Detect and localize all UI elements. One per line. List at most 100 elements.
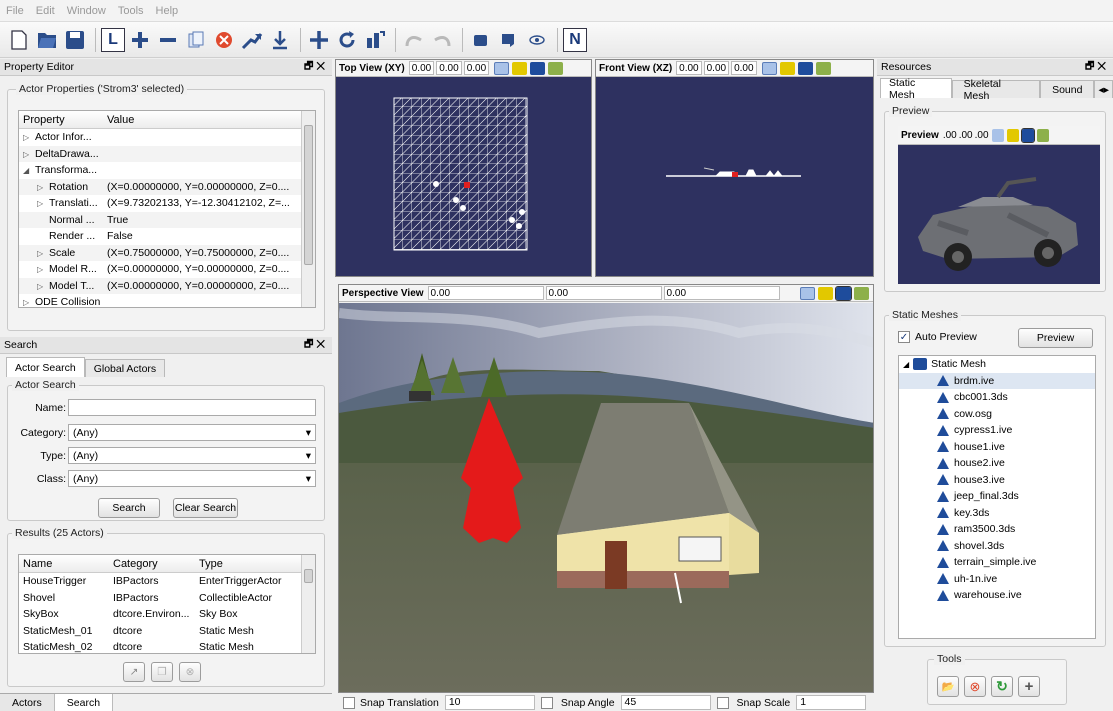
goto-icon[interactable] bbox=[239, 27, 265, 53]
add-icon[interactable] bbox=[127, 27, 153, 53]
property-row[interactable]: Normal ... True bbox=[19, 211, 315, 228]
tab-actor-search[interactable]: Actor Search bbox=[6, 357, 85, 377]
perspective-viewport[interactable]: Perspective View 0.00 0.00 0.00 bbox=[338, 284, 874, 693]
col-name[interactable]: Name bbox=[19, 558, 111, 570]
table-row[interactable]: StaticMesh_01 dtcore Static Mesh bbox=[19, 623, 315, 640]
property-row[interactable]: ▷ Model T... (X=0.00000000, Y=0.00000000, … bbox=[19, 277, 315, 294]
delete-mesh-button[interactable]: ⊗ bbox=[964, 676, 986, 697]
top-view-viewport[interactable]: Top View (XY) 0.00 0.00 0.00 bbox=[335, 59, 592, 277]
expand-arrow-icon[interactable]: ▷ bbox=[37, 265, 49, 274]
camera-alt-icon[interactable] bbox=[496, 27, 522, 53]
results-scrollbar[interactable] bbox=[301, 555, 315, 653]
wireframe-mode-icon[interactable] bbox=[991, 128, 1004, 142]
lit-mode-icon[interactable] bbox=[1036, 128, 1049, 142]
mesh-list-item[interactable]: house2.ive bbox=[899, 455, 1095, 472]
expand-arrow-icon[interactable]: ▷ bbox=[23, 150, 35, 159]
delete-icon[interactable] bbox=[211, 27, 237, 53]
property-row[interactable]: ▷ Translati... (X=9.73202133, Y=-12.304121… bbox=[19, 195, 315, 212]
mesh-list-item[interactable]: ram3500.3ds bbox=[899, 521, 1095, 538]
property-value[interactable]: True bbox=[101, 214, 128, 226]
property-row[interactable]: ▷ ODE Collision bbox=[19, 294, 315, 307]
lit-mode-icon[interactable] bbox=[548, 61, 564, 75]
top-view-z[interactable]: 0.00 bbox=[463, 61, 490, 75]
expand-arrow-icon[interactable]: ▷ bbox=[37, 282, 49, 291]
top-view-x[interactable]: 0.00 bbox=[408, 61, 435, 75]
delete-actor-button[interactable]: ⊗ bbox=[179, 662, 201, 682]
dock-controls-icon[interactable]: 🗗✕ bbox=[304, 59, 328, 76]
textured-mode-icon[interactable] bbox=[512, 61, 528, 75]
add-mesh-button[interactable]: + bbox=[1018, 676, 1040, 697]
front-view-viewport[interactable]: Front View (XZ) 0.00 0.00 0.00 bbox=[595, 59, 874, 277]
top-view-y[interactable]: 0.00 bbox=[436, 61, 462, 75]
property-row[interactable]: ▷ Scale (X=0.75000000, Y=0.75000000, Z=0..… bbox=[19, 244, 315, 261]
refresh-button[interactable]: ↻ bbox=[991, 676, 1013, 697]
menu-window[interactable]: Window bbox=[67, 5, 106, 17]
property-value[interactable]: (X=9.73202133, Y=-12.30412102, Z=... bbox=[101, 197, 290, 209]
expand-arrow-icon[interactable]: ◢ bbox=[23, 166, 35, 175]
property-row[interactable]: ▷ Actor Infor... bbox=[19, 129, 315, 146]
perspective-z[interactable]: 0.00 bbox=[663, 286, 780, 300]
mesh-list-item[interactable]: cow.osg bbox=[899, 406, 1095, 423]
mesh-preview-y[interactable]: .00 bbox=[959, 130, 973, 141]
lit-mode-icon[interactable] bbox=[815, 61, 831, 75]
col-property[interactable]: Property bbox=[19, 114, 101, 126]
class-select[interactable]: (Any) ▾ bbox=[68, 470, 316, 487]
preview-button[interactable]: Preview bbox=[1018, 328, 1093, 348]
ground-clamp-icon[interactable] bbox=[267, 27, 293, 53]
wireframe-mode-icon[interactable] bbox=[761, 61, 777, 75]
property-value[interactable]: (X=0.75000000, Y=0.75000000, Z=0.... bbox=[101, 247, 289, 259]
wireframe-mode-icon[interactable] bbox=[800, 286, 815, 300]
menu-file[interactable]: File bbox=[6, 5, 24, 17]
mesh-list-item[interactable]: uh-1n.ive bbox=[899, 571, 1095, 588]
snap-scale-input[interactable]: 1 bbox=[796, 695, 867, 710]
property-tree[interactable]: Property Value ▷ Actor Infor... ▷ DeltaDraw… bbox=[18, 110, 316, 308]
mesh-list-item[interactable]: terrain_simple.ive bbox=[899, 554, 1095, 571]
static-mesh-tree[interactable]: ◢ Static Mesh brdm.ive cbc001.3ds cow.osg c… bbox=[898, 355, 1096, 639]
mesh-list-item[interactable]: house3.ive bbox=[899, 472, 1095, 489]
open-icon[interactable] bbox=[34, 27, 60, 53]
mesh-list-item[interactable]: shovel.3ds bbox=[899, 538, 1095, 555]
perspective-y[interactable]: 0.00 bbox=[545, 286, 662, 300]
name-input[interactable] bbox=[68, 399, 316, 416]
expand-arrow-icon[interactable]: ▷ bbox=[37, 199, 49, 208]
redo-icon[interactable] bbox=[429, 27, 455, 53]
undo-icon[interactable] bbox=[401, 27, 427, 53]
property-row[interactable]: ◢ Transforma... bbox=[19, 162, 315, 179]
clear-search-button[interactable]: Clear Search bbox=[173, 498, 238, 518]
tab-static-mesh[interactable]: Static Mesh bbox=[880, 77, 952, 101]
tab-sound[interactable]: Sound bbox=[1040, 80, 1095, 98]
solid-mode-icon[interactable] bbox=[835, 285, 852, 301]
eye-icon[interactable] bbox=[524, 27, 550, 53]
property-value[interactable]: (X=0.00000000, Y=0.00000000, Z=0.... bbox=[101, 280, 289, 292]
front-view-x[interactable]: 0.00 bbox=[676, 61, 702, 75]
solid-mode-icon[interactable] bbox=[797, 61, 813, 75]
menu-tools[interactable]: Tools bbox=[118, 5, 144, 17]
property-value[interactable]: (X=0.00000000, Y=0.00000000, Z=0.... bbox=[101, 181, 289, 193]
results-table[interactable]: Name Category Type HouseTrigger IBPactors… bbox=[18, 554, 316, 654]
local-space-icon[interactable]: L bbox=[101, 27, 125, 52]
table-row[interactable]: SkyBox dtcore.Environ... Sky Box bbox=[19, 606, 315, 623]
load-mesh-button[interactable]: 📂 bbox=[937, 676, 959, 697]
tab-global-actors[interactable]: Global Actors bbox=[84, 359, 166, 377]
property-row[interactable]: Render ... False bbox=[19, 228, 315, 245]
table-row[interactable]: Shovel IBPactors CollectibleActor bbox=[19, 590, 315, 607]
mesh-preview-viewport[interactable]: Preview .00 .00 .00 bbox=[898, 126, 1100, 284]
copy-actor-button[interactable]: ❐ bbox=[151, 662, 173, 682]
perspective-x[interactable]: 0.00 bbox=[427, 286, 544, 300]
tab-search[interactable]: Search bbox=[54, 694, 114, 711]
lit-mode-icon[interactable] bbox=[854, 286, 869, 300]
rotate-icon[interactable] bbox=[334, 27, 360, 53]
mesh-list-item[interactable]: warehouse.ive bbox=[899, 587, 1095, 604]
property-row[interactable]: ▷ Model R... (X=0.00000000, Y=0.00000000, … bbox=[19, 261, 315, 278]
textured-mode-icon[interactable] bbox=[779, 61, 795, 75]
table-row[interactable]: HouseTrigger IBPactors EnterTriggerActor bbox=[19, 573, 315, 590]
col-value[interactable]: Value bbox=[101, 114, 134, 126]
tab-skeletal-mesh[interactable]: Skeletal Mesh bbox=[951, 78, 1041, 102]
snap-angle-checkbox[interactable] bbox=[540, 696, 553, 709]
expand-arrow-icon[interactable]: ▷ bbox=[37, 183, 49, 192]
menu-edit[interactable]: Edit bbox=[36, 5, 55, 17]
snap-translation-input[interactable]: 10 bbox=[444, 695, 535, 710]
translate-icon[interactable] bbox=[306, 27, 332, 53]
property-value[interactable]: False bbox=[101, 230, 133, 242]
mesh-list-item[interactable]: cbc001.3ds bbox=[899, 389, 1095, 406]
